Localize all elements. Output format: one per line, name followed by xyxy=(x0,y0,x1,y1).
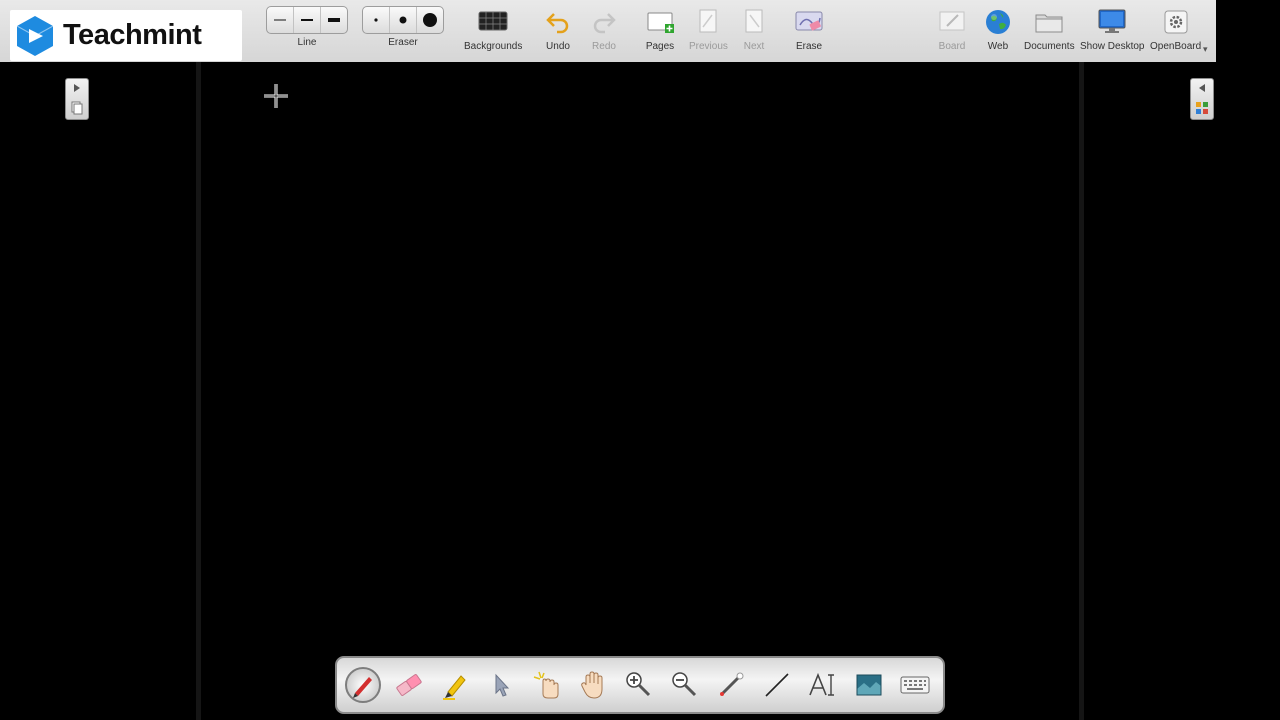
redo-button[interactable]: Redo xyxy=(587,6,621,56)
erase-board-icon xyxy=(792,6,826,38)
expand-right-icon xyxy=(74,84,80,92)
line-icon xyxy=(765,673,789,697)
thick-line-icon[interactable] xyxy=(321,7,347,33)
previous-label: Previous xyxy=(689,41,728,52)
next-label: Next xyxy=(743,41,765,52)
documents-button[interactable]: Documents xyxy=(1024,6,1075,56)
line-label: Line xyxy=(297,37,317,48)
folder-icon xyxy=(1032,6,1066,38)
library-icon xyxy=(1196,102,1208,114)
next-page-icon xyxy=(737,6,771,38)
pen-tool-button[interactable] xyxy=(345,667,381,703)
erase-label: Erase xyxy=(795,41,823,52)
redo-label: Redo xyxy=(592,41,616,52)
text-icon xyxy=(809,672,834,696)
keyboard-tool-button[interactable] xyxy=(897,667,933,703)
board-label: Board xyxy=(938,41,966,52)
board-button[interactable]: Board xyxy=(935,6,969,56)
openboard-menu-button[interactable]: OpenBoard xyxy=(1150,6,1201,56)
hand-tool-button[interactable] xyxy=(575,667,611,703)
left-panel-toggle[interactable] xyxy=(65,78,89,120)
pages-button[interactable]: Pages xyxy=(643,6,677,56)
tool-dock xyxy=(335,656,945,714)
redo-icon xyxy=(587,6,621,38)
documents-label: Documents xyxy=(1024,41,1075,52)
web-label: Web xyxy=(987,41,1009,52)
hand-icon xyxy=(581,671,603,699)
previous-page-button[interactable]: Previous xyxy=(689,6,728,56)
expand-left-icon xyxy=(1199,84,1205,92)
capture-tool-button[interactable] xyxy=(851,667,887,703)
board-icon xyxy=(935,6,969,38)
medium-line-icon[interactable] xyxy=(294,7,321,33)
keyboard-icon xyxy=(900,676,930,694)
undo-icon xyxy=(541,6,575,38)
monitor-icon xyxy=(1095,6,1129,38)
right-panel xyxy=(1084,62,1216,720)
show-desktop-label: Show Desktop xyxy=(1080,41,1145,52)
gear-icon xyxy=(1159,6,1193,38)
marker-tool-button[interactable] xyxy=(437,667,473,703)
right-edge xyxy=(1216,0,1280,720)
web-button[interactable]: Web xyxy=(981,6,1015,56)
interact-tool-button[interactable] xyxy=(529,667,565,703)
backgrounds-label: Backgrounds xyxy=(464,41,523,52)
text-tool-button[interactable] xyxy=(805,667,841,703)
pen-icon xyxy=(353,677,372,698)
eraser-tool-button[interactable] xyxy=(391,667,427,703)
backgrounds-icon xyxy=(476,6,510,38)
line-tool-button[interactable] xyxy=(759,667,795,703)
globe-icon xyxy=(981,6,1015,38)
teachmint-logo: Teachmint xyxy=(10,10,242,61)
zoom-out-icon xyxy=(672,672,697,697)
eraser-label: Eraser xyxy=(388,37,418,48)
large-eraser-icon[interactable] xyxy=(417,7,443,33)
selector-tool-button[interactable] xyxy=(483,667,519,703)
zoom-in-icon xyxy=(626,672,651,697)
capture-icon xyxy=(856,674,882,696)
undo-button[interactable]: Undo xyxy=(541,6,575,56)
pages-panel-icon xyxy=(71,101,83,115)
undo-label: Undo xyxy=(546,41,570,52)
crosshair-cursor-icon xyxy=(264,84,288,108)
laser-pointer-tool-button[interactable] xyxy=(713,667,749,703)
teachmint-logo-icon xyxy=(16,15,54,56)
logo-text: Teachmint xyxy=(63,19,202,51)
zoom-out-tool-button[interactable] xyxy=(667,667,703,703)
pages-label: Pages xyxy=(645,41,675,52)
right-panel-toggle[interactable] xyxy=(1190,78,1214,120)
left-panel xyxy=(0,62,196,720)
backgrounds-button[interactable]: Backgrounds xyxy=(464,6,522,56)
selector-icon xyxy=(495,673,510,697)
erase-button[interactable]: Erase xyxy=(792,6,826,56)
eraser-icon xyxy=(396,674,422,696)
show-desktop-button[interactable]: Show Desktop xyxy=(1080,6,1144,56)
chevron-down-icon[interactable]: ▾ xyxy=(1203,44,1208,55)
laser-pointer-icon xyxy=(720,672,744,696)
zoom-in-tool-button[interactable] xyxy=(621,667,657,703)
previous-page-icon xyxy=(691,6,725,38)
line-width-group: Line xyxy=(266,6,348,56)
small-eraser-icon[interactable] xyxy=(363,7,390,33)
eraser-size-group: Eraser xyxy=(362,6,444,56)
marker-icon xyxy=(443,675,466,700)
openboard-label: OpenBoard xyxy=(1150,41,1202,52)
next-page-button[interactable]: Next xyxy=(737,6,771,56)
medium-eraser-icon[interactable] xyxy=(390,7,417,33)
thin-line-icon[interactable] xyxy=(267,7,294,33)
drawing-board[interactable] xyxy=(196,62,1084,720)
add-page-icon xyxy=(643,6,677,38)
interact-icon xyxy=(533,671,559,699)
